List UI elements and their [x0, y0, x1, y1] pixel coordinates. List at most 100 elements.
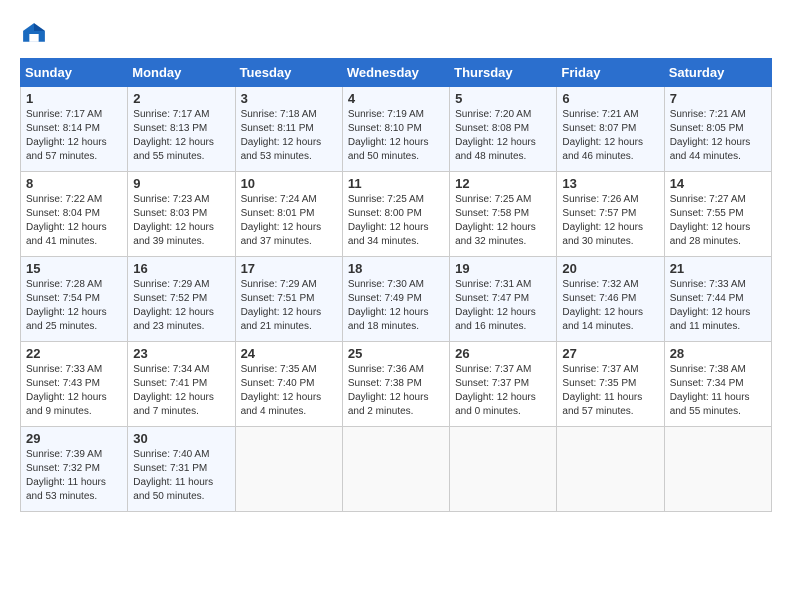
- day-info: Sunrise: 7:22 AM Sunset: 8:04 PM Dayligh…: [26, 193, 122, 249]
- day-cell: 25 Sunrise: 7:36 AM Sunset: 7:38 PM Dayl…: [342, 342, 449, 427]
- day-number: 20: [562, 261, 658, 276]
- day-info: Sunrise: 7:21 AM Sunset: 8:07 PM Dayligh…: [562, 108, 658, 164]
- day-number: 7: [670, 91, 766, 106]
- day-cell: 27 Sunrise: 7:37 AM Sunset: 7:35 PM Dayl…: [557, 342, 664, 427]
- day-info: Sunrise: 7:25 AM Sunset: 8:00 PM Dayligh…: [348, 193, 444, 249]
- column-header-sunday: Sunday: [21, 59, 128, 87]
- day-cell: 6 Sunrise: 7:21 AM Sunset: 8:07 PM Dayli…: [557, 87, 664, 172]
- day-number: 17: [241, 261, 337, 276]
- day-number: 22: [26, 346, 122, 361]
- day-number: 29: [26, 431, 122, 446]
- day-info: Sunrise: 7:20 AM Sunset: 8:08 PM Dayligh…: [455, 108, 551, 164]
- header-row: SundayMondayTuesdayWednesdayThursdayFrid…: [21, 59, 772, 87]
- column-header-wednesday: Wednesday: [342, 59, 449, 87]
- day-number: 16: [133, 261, 229, 276]
- day-cell: 1 Sunrise: 7:17 AM Sunset: 8:14 PM Dayli…: [21, 87, 128, 172]
- day-number: 4: [348, 91, 444, 106]
- day-cell: [235, 427, 342, 512]
- day-number: 5: [455, 91, 551, 106]
- day-info: Sunrise: 7:33 AM Sunset: 7:43 PM Dayligh…: [26, 363, 122, 419]
- day-info: Sunrise: 7:27 AM Sunset: 7:55 PM Dayligh…: [670, 193, 766, 249]
- day-info: Sunrise: 7:31 AM Sunset: 7:47 PM Dayligh…: [455, 278, 551, 334]
- day-number: 23: [133, 346, 229, 361]
- day-cell: 17 Sunrise: 7:29 AM Sunset: 7:51 PM Dayl…: [235, 257, 342, 342]
- day-number: 18: [348, 261, 444, 276]
- logo-icon: [20, 20, 48, 48]
- day-info: Sunrise: 7:23 AM Sunset: 8:03 PM Dayligh…: [133, 193, 229, 249]
- day-info: Sunrise: 7:17 AM Sunset: 8:14 PM Dayligh…: [26, 108, 122, 164]
- day-number: 26: [455, 346, 551, 361]
- column-header-monday: Monday: [128, 59, 235, 87]
- day-cell: 30 Sunrise: 7:40 AM Sunset: 7:31 PM Dayl…: [128, 427, 235, 512]
- day-info: Sunrise: 7:35 AM Sunset: 7:40 PM Dayligh…: [241, 363, 337, 419]
- day-info: Sunrise: 7:37 AM Sunset: 7:35 PM Dayligh…: [562, 363, 658, 419]
- day-info: Sunrise: 7:25 AM Sunset: 7:58 PM Dayligh…: [455, 193, 551, 249]
- day-info: Sunrise: 7:33 AM Sunset: 7:44 PM Dayligh…: [670, 278, 766, 334]
- day-cell: [450, 427, 557, 512]
- week-row-1: 1 Sunrise: 7:17 AM Sunset: 8:14 PM Dayli…: [21, 87, 772, 172]
- day-number: 21: [670, 261, 766, 276]
- day-number: 27: [562, 346, 658, 361]
- day-info: Sunrise: 7:24 AM Sunset: 8:01 PM Dayligh…: [241, 193, 337, 249]
- day-cell: 23 Sunrise: 7:34 AM Sunset: 7:41 PM Dayl…: [128, 342, 235, 427]
- day-cell: 2 Sunrise: 7:17 AM Sunset: 8:13 PM Dayli…: [128, 87, 235, 172]
- day-cell: 12 Sunrise: 7:25 AM Sunset: 7:58 PM Dayl…: [450, 172, 557, 257]
- week-row-2: 8 Sunrise: 7:22 AM Sunset: 8:04 PM Dayli…: [21, 172, 772, 257]
- day-cell: 8 Sunrise: 7:22 AM Sunset: 8:04 PM Dayli…: [21, 172, 128, 257]
- day-number: 25: [348, 346, 444, 361]
- day-cell: 18 Sunrise: 7:30 AM Sunset: 7:49 PM Dayl…: [342, 257, 449, 342]
- calendar-table: SundayMondayTuesdayWednesdayThursdayFrid…: [20, 58, 772, 512]
- day-number: 11: [348, 176, 444, 191]
- day-number: 2: [133, 91, 229, 106]
- day-cell: 26 Sunrise: 7:37 AM Sunset: 7:37 PM Dayl…: [450, 342, 557, 427]
- column-header-friday: Friday: [557, 59, 664, 87]
- day-number: 3: [241, 91, 337, 106]
- day-number: 13: [562, 176, 658, 191]
- week-row-5: 29 Sunrise: 7:39 AM Sunset: 7:32 PM Dayl…: [21, 427, 772, 512]
- day-cell: [664, 427, 771, 512]
- day-number: 28: [670, 346, 766, 361]
- day-cell: 20 Sunrise: 7:32 AM Sunset: 7:46 PM Dayl…: [557, 257, 664, 342]
- week-row-3: 15 Sunrise: 7:28 AM Sunset: 7:54 PM Dayl…: [21, 257, 772, 342]
- day-info: Sunrise: 7:18 AM Sunset: 8:11 PM Dayligh…: [241, 108, 337, 164]
- day-info: Sunrise: 7:34 AM Sunset: 7:41 PM Dayligh…: [133, 363, 229, 419]
- day-info: Sunrise: 7:37 AM Sunset: 7:37 PM Dayligh…: [455, 363, 551, 419]
- day-number: 30: [133, 431, 229, 446]
- day-info: Sunrise: 7:32 AM Sunset: 7:46 PM Dayligh…: [562, 278, 658, 334]
- day-number: 19: [455, 261, 551, 276]
- day-number: 24: [241, 346, 337, 361]
- day-cell: 11 Sunrise: 7:25 AM Sunset: 8:00 PM Dayl…: [342, 172, 449, 257]
- day-info: Sunrise: 7:19 AM Sunset: 8:10 PM Dayligh…: [348, 108, 444, 164]
- day-number: 8: [26, 176, 122, 191]
- day-number: 14: [670, 176, 766, 191]
- day-info: Sunrise: 7:28 AM Sunset: 7:54 PM Dayligh…: [26, 278, 122, 334]
- day-cell: 5 Sunrise: 7:20 AM Sunset: 8:08 PM Dayli…: [450, 87, 557, 172]
- day-info: Sunrise: 7:36 AM Sunset: 7:38 PM Dayligh…: [348, 363, 444, 419]
- day-cell: 9 Sunrise: 7:23 AM Sunset: 8:03 PM Dayli…: [128, 172, 235, 257]
- day-cell: 4 Sunrise: 7:19 AM Sunset: 8:10 PM Dayli…: [342, 87, 449, 172]
- column-header-tuesday: Tuesday: [235, 59, 342, 87]
- week-row-4: 22 Sunrise: 7:33 AM Sunset: 7:43 PM Dayl…: [21, 342, 772, 427]
- day-cell: 19 Sunrise: 7:31 AM Sunset: 7:47 PM Dayl…: [450, 257, 557, 342]
- column-header-saturday: Saturday: [664, 59, 771, 87]
- header: [20, 20, 772, 48]
- day-cell: 16 Sunrise: 7:29 AM Sunset: 7:52 PM Dayl…: [128, 257, 235, 342]
- day-cell: 15 Sunrise: 7:28 AM Sunset: 7:54 PM Dayl…: [21, 257, 128, 342]
- day-number: 6: [562, 91, 658, 106]
- day-number: 1: [26, 91, 122, 106]
- day-info: Sunrise: 7:29 AM Sunset: 7:52 PM Dayligh…: [133, 278, 229, 334]
- day-number: 12: [455, 176, 551, 191]
- day-cell: 29 Sunrise: 7:39 AM Sunset: 7:32 PM Dayl…: [21, 427, 128, 512]
- day-cell: 24 Sunrise: 7:35 AM Sunset: 7:40 PM Dayl…: [235, 342, 342, 427]
- day-cell: [342, 427, 449, 512]
- day-cell: 22 Sunrise: 7:33 AM Sunset: 7:43 PM Dayl…: [21, 342, 128, 427]
- day-info: Sunrise: 7:29 AM Sunset: 7:51 PM Dayligh…: [241, 278, 337, 334]
- day-info: Sunrise: 7:39 AM Sunset: 7:32 PM Dayligh…: [26, 448, 122, 504]
- day-info: Sunrise: 7:40 AM Sunset: 7:31 PM Dayligh…: [133, 448, 229, 504]
- day-number: 9: [133, 176, 229, 191]
- day-info: Sunrise: 7:21 AM Sunset: 8:05 PM Dayligh…: [670, 108, 766, 164]
- day-cell: 28 Sunrise: 7:38 AM Sunset: 7:34 PM Dayl…: [664, 342, 771, 427]
- day-cell: [557, 427, 664, 512]
- day-cell: 21 Sunrise: 7:33 AM Sunset: 7:44 PM Dayl…: [664, 257, 771, 342]
- day-cell: 10 Sunrise: 7:24 AM Sunset: 8:01 PM Dayl…: [235, 172, 342, 257]
